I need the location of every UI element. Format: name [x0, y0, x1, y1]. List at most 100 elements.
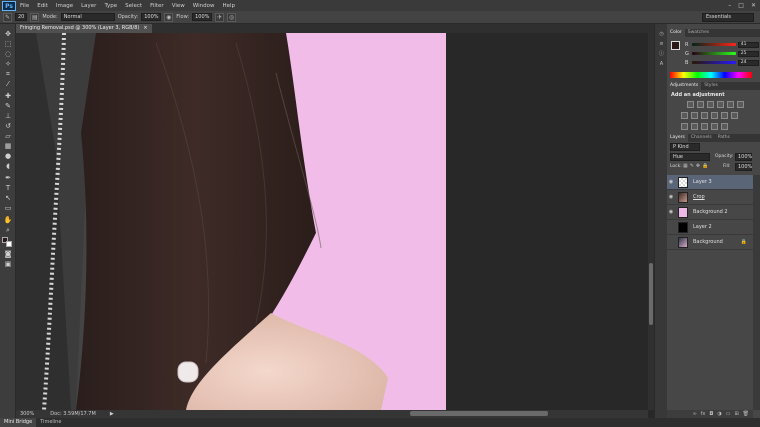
mode-select[interactable]: Normal [60, 13, 115, 21]
color-slider-b-track[interactable] [691, 61, 736, 64]
color-slider-g-track[interactable] [691, 52, 736, 55]
restore-button[interactable]: □ [738, 2, 744, 9]
workspace-select[interactable]: Essentials [702, 13, 754, 22]
character-panel-icon[interactable]: A [657, 60, 666, 68]
path-select-tool-icon[interactable]: ↖ [3, 194, 13, 203]
quick-mask-icon[interactable]: ◙ [3, 250, 13, 259]
layer-row-background-2[interactable]: ◉ Background 2 [667, 205, 753, 220]
history-brush-tool-icon[interactable]: ↺ [3, 122, 13, 131]
vibrance-icon[interactable] [727, 101, 734, 108]
menu-select[interactable]: Select [121, 3, 146, 9]
eraser-tool-icon[interactable]: ▱ [3, 132, 13, 141]
fill-input[interactable]: 100% [735, 163, 752, 171]
properties-panel-icon[interactable]: ≡ [657, 40, 666, 48]
gradient-map-icon[interactable] [711, 123, 718, 130]
brush-tool-preset-icon[interactable]: ✎ [3, 12, 12, 22]
color-balance-icon[interactable] [691, 112, 698, 119]
selective-color-icon[interactable] [721, 123, 728, 130]
layer-row-layer-3[interactable]: ◉ Layer 3 [667, 175, 753, 190]
exposure-icon[interactable] [717, 101, 724, 108]
tab-color[interactable]: Color [667, 29, 685, 37]
color-slider-b[interactable]: B 24 [685, 59, 759, 66]
hand-tool-icon[interactable]: ✋ [3, 216, 13, 225]
menu-image[interactable]: Image [52, 3, 77, 9]
tab-mini-bridge[interactable]: Mini Bridge [0, 418, 37, 427]
visibility-eye-icon[interactable]: ◉ [667, 179, 675, 185]
menu-view[interactable]: View [168, 3, 189, 9]
healing-brush-tool-icon[interactable]: ✚ [3, 92, 13, 101]
flow-input[interactable]: 100% [192, 13, 213, 21]
crop-tool-icon[interactable]: ⌗ [3, 70, 13, 79]
menu-file[interactable]: File [16, 3, 33, 9]
zoom-tool-icon[interactable]: ⌕ [3, 226, 13, 235]
info-panel-icon[interactable]: ⓘ [657, 50, 666, 58]
blur-tool-icon[interactable]: ● [3, 152, 13, 161]
tab-adjustments[interactable]: Adjustments [667, 82, 702, 90]
color-value-b[interactable]: 24 [737, 59, 759, 66]
layer-opacity-input[interactable]: 100% [735, 153, 752, 161]
black-white-icon[interactable] [701, 112, 708, 119]
color-value-g[interactable]: 25 [737, 50, 759, 57]
layer-filter-select[interactable]: P Kind [670, 143, 700, 151]
quick-select-tool-icon[interactable]: ✧ [3, 60, 13, 69]
menu-type[interactable]: Type [100, 3, 121, 9]
color-lookup-icon[interactable] [731, 112, 738, 119]
channel-mixer-icon[interactable] [721, 112, 728, 119]
document-tab-close-icon[interactable]: × [143, 24, 147, 33]
brush-size-picker[interactable]: 20 [15, 13, 28, 21]
layer-row-background[interactable]: Background 🔒 [667, 235, 753, 250]
airbrush-icon[interactable]: ✈ [215, 12, 225, 22]
invert-icon[interactable] [681, 123, 688, 130]
brush-tool-icon[interactable]: ✎ [3, 102, 13, 111]
color-slider-r-track[interactable] [691, 43, 736, 46]
lock-options-icons[interactable]: ▦✎✥🔒 [683, 163, 710, 169]
tab-channels[interactable]: Channels [688, 134, 715, 142]
menu-filter[interactable]: Filter [146, 3, 168, 9]
menu-help[interactable]: Help [218, 3, 239, 9]
tab-timeline[interactable]: Timeline [36, 418, 65, 427]
new-layer-icon[interactable]: ⊞ [734, 410, 738, 418]
tab-paths[interactable]: Paths [715, 134, 733, 142]
hue-saturation-icon[interactable] [681, 112, 688, 119]
color-slider-g[interactable]: G 25 [685, 50, 759, 57]
brush-panel-toggle-icon[interactable]: ▤ [30, 12, 40, 22]
marquee-tool-icon[interactable]: ⬚ [3, 40, 13, 49]
add-mask-icon[interactable]: ◘ [709, 410, 713, 418]
pen-tool-icon[interactable]: ✒ [3, 174, 13, 183]
layer-style-icon[interactable]: fx [701, 410, 706, 418]
dodge-tool-icon[interactable]: ◖ [3, 162, 13, 171]
tab-swatches[interactable]: Swatches [685, 29, 713, 37]
color-slider-r[interactable]: R 41 [685, 41, 759, 48]
vertical-scroll-thumb[interactable] [649, 263, 653, 325]
minimize-button[interactable]: – [728, 2, 731, 9]
canvas-area[interactable] [16, 33, 648, 410]
layer-row-crop[interactable]: ◉ Crop [667, 190, 753, 205]
history-panel-icon[interactable]: ◷ [657, 30, 666, 38]
eyedropper-tool-icon[interactable]: ⁄ [3, 80, 13, 89]
zoom-level[interactable]: 300% [16, 411, 38, 417]
tab-layers[interactable]: Layers [667, 134, 688, 142]
gradient-adj-icon[interactable] [737, 101, 744, 108]
clone-stamp-tool-icon[interactable]: ⊥ [3, 112, 13, 121]
tab-styles[interactable]: Styles [701, 82, 721, 90]
new-group-icon[interactable]: ▭ [726, 410, 731, 418]
gradient-tool-icon[interactable]: ▦ [3, 142, 13, 151]
levels-icon[interactable] [697, 101, 704, 108]
pressure-size-icon[interactable]: ◎ [227, 12, 237, 22]
visibility-eye-icon[interactable]: ◉ [667, 209, 675, 215]
close-window-button[interactable]: ✕ [751, 2, 756, 9]
blend-mode-select[interactable]: Hue [670, 153, 710, 161]
delete-layer-icon[interactable]: 🗑 [743, 410, 749, 418]
brightness-contrast-icon[interactable] [687, 101, 694, 108]
layer-row-layer-2[interactable]: Layer 2 [667, 220, 753, 235]
menu-layer[interactable]: Layer [77, 3, 100, 9]
color-panel-foreground-swatch[interactable] [671, 41, 680, 50]
new-adjustment-layer-icon[interactable]: ◑ [717, 410, 721, 418]
threshold-icon[interactable] [701, 123, 708, 130]
visibility-eye-icon[interactable]: ◉ [667, 194, 675, 200]
link-layers-icon[interactable]: ∞ [692, 410, 696, 418]
layers-scrollbar[interactable] [753, 175, 760, 410]
photo-filter-icon[interactable] [711, 112, 718, 119]
color-value-r[interactable]: 41 [737, 41, 759, 48]
curves-icon[interactable] [707, 101, 714, 108]
